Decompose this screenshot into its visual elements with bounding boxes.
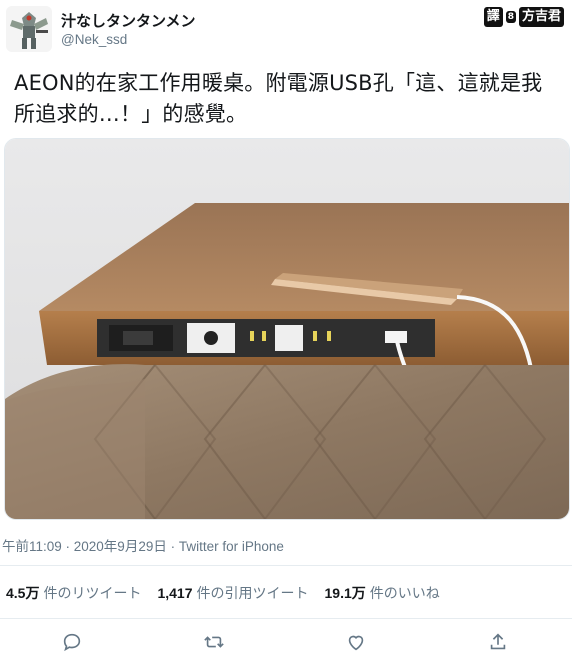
likes-label: 件のいいね: [369, 585, 440, 601]
likes-stat[interactable]: 19.1万 件のいいね: [325, 583, 440, 603]
reply-button[interactable]: [58, 628, 86, 656]
quotes-count: 1,417: [157, 585, 193, 601]
tweet-photo[interactable]: [4, 138, 570, 520]
retweets-stat[interactable]: 4.5万 件のリツイート: [6, 583, 141, 603]
retweet-button[interactable]: [200, 628, 228, 656]
quotes-label: 件の引用ツイート: [196, 585, 309, 601]
reply-icon: [63, 633, 81, 652]
watermark-prefix: 譯: [483, 7, 503, 27]
translator-watermark: 譯 8 方吉君: [483, 6, 564, 28]
share-icon: [490, 633, 506, 650]
retweets-count: 4.5万: [6, 585, 40, 601]
kotatsu-table-photo-icon: [5, 139, 569, 519]
divider: [0, 565, 572, 566]
heart-icon: [348, 635, 364, 651]
quotes-stat[interactable]: 1,417 件の引用ツイート: [157, 583, 308, 603]
retweet-icon: [204, 636, 224, 648]
watermark-dot: 8: [505, 11, 516, 23]
divider: [0, 618, 572, 619]
tweet-text: AEON的在家工作用暖桌。附電源USB孔「這、這就是我所追求的…！」的感覺。: [14, 71, 543, 126]
likes-count: 19.1万: [324, 585, 366, 601]
engagement-stats: 4.5万 件のリツイート 1,417 件の引用ツイート 19.1万 件のいいね: [0, 575, 572, 611]
avatar[interactable]: [6, 6, 52, 52]
watermark-translator: 方吉君: [518, 7, 564, 27]
display-name[interactable]: 汁なしタンタンメン: [61, 10, 196, 31]
share-button[interactable]: [484, 628, 512, 656]
like-button[interactable]: [342, 628, 370, 656]
user-handle[interactable]: @Nek_ssd: [61, 32, 127, 47]
action-bar: [0, 628, 572, 656]
retweets-label: 件のリツイート: [43, 585, 142, 601]
tweet-timestamp[interactable]: 午前11:09 · 2020年9月29日 · Twitter for iPhon…: [2, 535, 284, 555]
